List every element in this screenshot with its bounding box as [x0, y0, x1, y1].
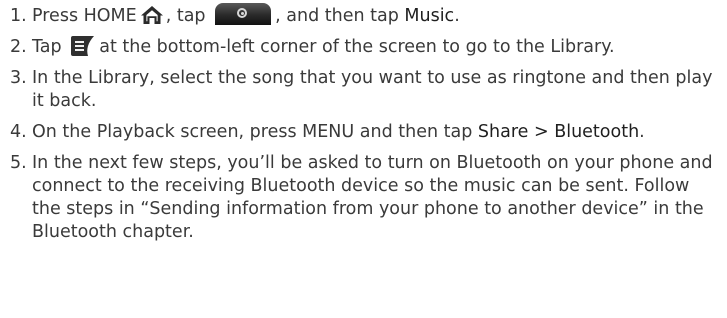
- step-text: , tap: [165, 6, 206, 26]
- step-5: 5. In the next few steps, you’ll be aske…: [10, 152, 722, 244]
- step-number: 1.: [10, 6, 27, 26]
- step-text: In the next few steps, you’ll be asked t…: [32, 153, 713, 242]
- instruction-steps: 1. Press HOME , tap , and then tap Music.…: [10, 3, 722, 244]
- library-icon: [71, 35, 95, 56]
- bluetooth-label: Bluetooth: [554, 122, 640, 142]
- launcher-tab-icon: [215, 3, 272, 25]
- step-text: Press HOME: [32, 6, 137, 26]
- step-text: , and then tap: [275, 6, 399, 26]
- step-3: 3. In the Library, select the song that …: [10, 67, 722, 113]
- step-number: 3.: [10, 68, 27, 88]
- step-number: 2.: [10, 37, 27, 57]
- share-label: Share >: [477, 122, 549, 142]
- step-text: Tap: [32, 37, 62, 57]
- step-2: 2. Tap at the bottom-left corner of the …: [10, 35, 722, 59]
- music-label: Music: [404, 6, 455, 26]
- step-text: at the bottom-left corner of the screen …: [99, 37, 615, 57]
- step-number: 4.: [10, 122, 27, 142]
- step-1: 1. Press HOME , tap , and then tap Music.: [10, 3, 722, 28]
- step-text: .: [454, 6, 460, 26]
- home-icon: [140, 5, 164, 25]
- step-number: 5.: [10, 153, 27, 173]
- step-text: On the Playback screen, press MENU and t…: [32, 122, 473, 142]
- step-text: .: [639, 122, 645, 142]
- step-4: 4. On the Playback screen, press MENU an…: [10, 121, 722, 144]
- step-text: In the Library, select the song that you…: [32, 68, 713, 111]
